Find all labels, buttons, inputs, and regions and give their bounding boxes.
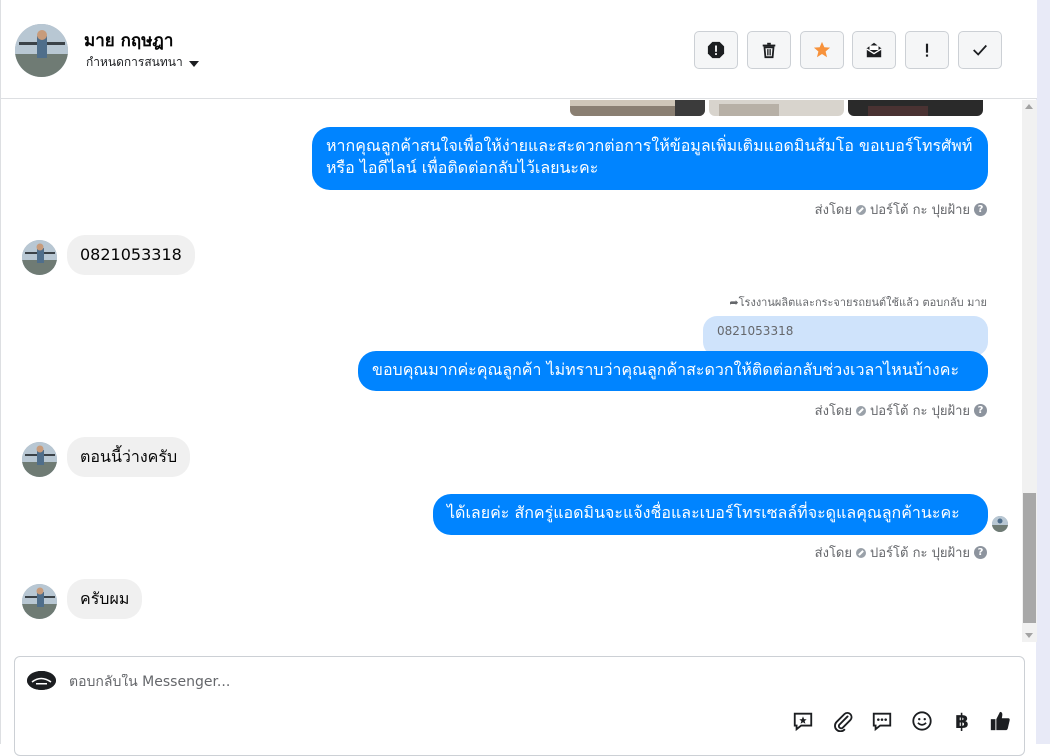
mark-unread-button[interactable] [852,31,896,69]
help-icon[interactable]: ? [974,404,987,417]
page-avatar [27,671,56,690]
report-button[interactable] [694,31,738,69]
seen-avatar [992,516,1008,532]
mark-unread-icon [866,42,882,58]
star-icon [813,41,831,58]
sent-check-icon [856,547,866,558]
attachment-icon [834,711,853,732]
saved-reply-button[interactable] [791,709,815,733]
reply-context: ➦โรงงานผลิตและกระจายรถยนต์ใช้แล้ว ตอบกลั… [729,293,987,311]
sent-check-icon [856,204,866,215]
sent-by-info: ส่งโดย ปอร์โต้ กะ ปุยฝ้าย ? [815,199,987,220]
outgoing-message[interactable]: ได้เลยค่ะ สักครู่แอดมินจะแจ้งชื่อและเบอร… [433,494,988,535]
payment-button[interactable]: ฿ [950,709,974,733]
report-icon [707,41,725,59]
conversation-header: มาย กฤษฎา กำหนดการสนทนา [1,0,1037,99]
sent-check-icon [856,405,866,416]
contact-name[interactable]: มาย กฤษฎา [84,27,173,54]
reply-composer: ฿ [14,656,1025,756]
caret-down-icon [188,60,199,67]
reply-context-text: โรงงานผลิตและกระจายรถยนต์ใช้แล้ว ตอบกลับ… [738,296,987,309]
done-button[interactable] [958,31,1002,69]
quoted-message[interactable]: 0821053318 [703,316,988,356]
schedule-dropdown[interactable]: กำหนดการสนทนา [86,53,199,72]
help-icon[interactable]: ? [974,546,987,559]
sent-by-label: ส่งโดย [814,546,852,561]
sent-by-name: ปอร์โต้ กะ ปุยฝ้าย [870,203,970,218]
chat-icon [872,712,892,732]
message-scrollbar[interactable] [1022,100,1037,642]
contact-avatar-small [22,240,57,275]
like-button[interactable] [988,709,1012,733]
emoji-icon [912,711,932,731]
incoming-message[interactable]: ครับผม [67,579,143,619]
sent-by-info: ส่งโดย ปอร์โต้ กะ ปุยฝ้าย ? [815,400,987,421]
reply-input[interactable] [69,674,669,690]
sent-by-label: ส่งโดย [814,203,852,218]
contact-avatar[interactable] [15,24,68,77]
outgoing-message[interactable]: ขอบคุณมากค่ะคุณลูกค้า ไม่ทราบว่าคุณลูกค้… [358,351,988,391]
star-button[interactable] [800,31,844,69]
help-icon[interactable]: ? [974,203,987,216]
sent-by-label: ส่งโดย [814,404,852,419]
emoji-button[interactable] [910,709,934,733]
saved-reply-icon [793,712,813,732]
schedule-label: กำหนดการสนทนา [86,55,183,69]
reply-arrow-icon: ➦ [729,296,739,309]
sent-by-name: ปอร์โต้ กะ ปุยฝ้าย [870,404,970,419]
scroll-thumb[interactable] [1023,493,1036,623]
baht-icon: ฿ [955,709,969,733]
check-icon [973,44,987,56]
attachment-image[interactable] [709,100,844,116]
outgoing-message[interactable]: หากคุณลูกค้าสนใจเพื่อให้ง่ายและสะดวกต่อก… [312,127,988,190]
delete-button[interactable] [747,31,791,69]
contact-avatar-small [22,442,57,477]
window-edge [1036,0,1050,744]
image-attachments [570,100,983,116]
important-icon [925,43,929,57]
important-button[interactable] [905,31,949,69]
attach-button[interactable] [831,709,855,733]
thumbs-up-icon [990,711,1010,731]
contact-avatar-small [22,584,57,619]
trash-icon [762,42,776,59]
scroll-down-icon[interactable] [1025,633,1033,638]
attachment-image[interactable] [570,100,705,116]
scroll-up-icon[interactable] [1025,104,1033,109]
conversation-panel: มาย กฤษฎา กำหนดการสนทนา หากคุณลูกค้าสนใจ [0,0,1037,756]
chat-button[interactable] [870,709,894,733]
sent-by-name: ปอร์โต้ กะ ปุยฝ้าย [870,546,970,561]
attachment-image[interactable] [848,100,983,116]
sent-by-info: ส่งโดย ปอร์โต้ กะ ปุยฝ้าย ? [815,542,987,563]
incoming-message[interactable]: 0821053318 [67,235,195,275]
incoming-message[interactable]: ตอนนี้ว่างครับ [67,437,191,477]
